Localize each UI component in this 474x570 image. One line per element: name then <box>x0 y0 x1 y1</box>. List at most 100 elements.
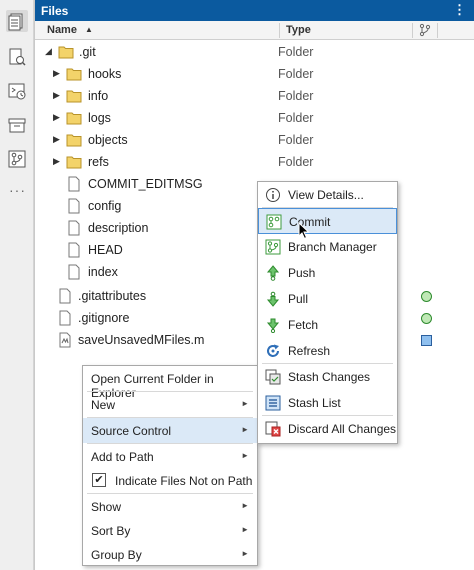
m-file-icon <box>59 332 71 348</box>
workspace-icon[interactable] <box>6 114 28 136</box>
menu-push[interactable]: Push <box>258 260 397 286</box>
file-type: Folder <box>278 133 314 147</box>
menu-open-current-folder[interactable]: Open Current Folder in Explorer <box>83 366 257 400</box>
menu-pull[interactable]: Pull <box>258 286 397 312</box>
source-control-submenu: View Details... Commit Branch Manager Pu… <box>257 181 398 444</box>
file-type: Folder <box>278 45 314 59</box>
discard-changes-icon <box>265 421 281 437</box>
context-menu: Open Current Folder in Explorer New ► Sou… <box>82 365 258 566</box>
menu-stash-list[interactable]: Stash List <box>258 390 397 416</box>
unversioned-status-icon <box>421 335 432 346</box>
tree-row-gitignore[interactable]: .gitignore <box>35 307 474 329</box>
file-name: saveUnsavedMFiles.m <box>78 333 205 347</box>
file-icon <box>68 242 80 258</box>
command-history-icon[interactable] <box>6 80 28 102</box>
unmodified-status-icon <box>421 313 432 324</box>
submenu-arrow-icon: ► <box>241 549 249 558</box>
tree-row-logs[interactable]: ▶ logs Folder <box>35 107 474 129</box>
folder-icon <box>66 68 82 81</box>
menu-commit[interactable]: Commit <box>258 208 397 234</box>
submenu-arrow-icon: ► <box>241 425 249 434</box>
file-icon <box>68 220 80 236</box>
panel-titlebar: Files ⋮ <box>35 0 474 21</box>
tree-row-hooks[interactable]: ▶ hooks Folder <box>35 63 474 85</box>
fetch-icon <box>266 318 280 333</box>
file-name: config <box>88 199 122 213</box>
menu-source-control[interactable]: Source Control ► <box>83 418 257 443</box>
file-icon <box>68 264 80 280</box>
tree-row-objects[interactable]: ▶ objects Folder <box>35 129 474 151</box>
find-files-icon[interactable] <box>6 46 28 68</box>
more-tools-icon[interactable]: ··· <box>9 182 26 198</box>
menu-view-details[interactable]: View Details... <box>258 182 397 208</box>
branch-manager-icon <box>265 239 281 255</box>
left-toolstrip: ··· <box>0 0 34 570</box>
submenu-arrow-icon: ► <box>241 501 249 510</box>
file-type: Folder <box>278 89 314 103</box>
expand-icon[interactable]: ▶ <box>53 112 60 123</box>
menu-group-by[interactable]: Group By ► <box>83 542 257 567</box>
submenu-arrow-icon: ► <box>241 399 249 408</box>
tree-row-index[interactable]: index <box>35 261 474 283</box>
push-icon <box>266 265 280 281</box>
panel-title: Files <box>41 3 69 18</box>
git-status-column-icon[interactable] <box>418 23 432 37</box>
tree-row-gitattributes[interactable]: .gitattributes <box>35 285 474 307</box>
files-panel-icon[interactable] <box>6 10 28 32</box>
tree-row-description[interactable]: description <box>35 217 474 239</box>
file-name: .git <box>79 45 96 59</box>
folder-icon <box>66 156 82 169</box>
checkbox-checked-icon[interactable]: ✔ <box>92 473 106 487</box>
stash-changes-icon <box>265 369 281 385</box>
file-name: description <box>88 221 149 235</box>
file-type: Folder <box>278 111 314 125</box>
menu-fetch[interactable]: Fetch <box>258 312 397 338</box>
file-icon <box>68 176 80 192</box>
column-header: Name ▲ Type <box>35 21 474 40</box>
expand-icon[interactable]: ▶ <box>53 90 60 101</box>
source-control-icon[interactable] <box>6 148 28 170</box>
sort-ascending-icon: ▲ <box>85 25 93 34</box>
refresh-icon <box>267 344 279 357</box>
type-column-header[interactable]: Type <box>286 24 311 36</box>
panel-menu-icon[interactable]: ⋮ <box>453 3 466 17</box>
mouse-cursor-icon <box>298 222 310 240</box>
file-name: index <box>88 265 118 279</box>
tree-row-refs[interactable]: ▶ refs Folder <box>35 151 474 173</box>
file-name: objects <box>88 133 128 147</box>
menu-stash-changes[interactable]: Stash Changes <box>258 364 397 390</box>
expand-icon[interactable]: ▶ <box>53 156 60 167</box>
name-column-header[interactable]: Name <box>47 24 77 36</box>
menu-discard-all-changes[interactable]: Discard All Changes <box>258 416 397 442</box>
expand-icon[interactable]: ▶ <box>53 68 60 79</box>
file-name: HEAD <box>88 243 123 257</box>
menu-indicate-files-not-on-path[interactable]: ✔ Indicate Files Not on Path <box>83 468 257 493</box>
menu-new[interactable]: New ► <box>83 392 257 417</box>
file-type: Folder <box>278 67 314 81</box>
menu-add-to-path[interactable]: Add to Path ► <box>83 444 257 469</box>
tree-row-config[interactable]: config <box>35 195 474 217</box>
folder-icon <box>66 90 82 103</box>
menu-refresh[interactable]: Refresh <box>258 338 397 364</box>
file-name: info <box>88 89 109 103</box>
menu-show[interactable]: Show ► <box>83 494 257 519</box>
file-type: Folder <box>278 155 314 169</box>
menu-sort-by[interactable]: Sort By ► <box>83 518 257 543</box>
file-name: hooks <box>88 67 122 81</box>
info-icon <box>266 188 280 202</box>
submenu-arrow-icon: ► <box>241 525 249 534</box>
file-icon <box>68 198 80 214</box>
expand-icon[interactable]: ▶ <box>53 134 60 145</box>
submenu-arrow-icon: ► <box>241 451 249 460</box>
collapse-icon[interactable]: ◢ <box>45 46 52 57</box>
tree-row-info[interactable]: ▶ info Folder <box>35 85 474 107</box>
tree-row-head[interactable]: HEAD <box>35 239 474 261</box>
file-name: .gitattributes <box>78 289 147 303</box>
tree-row-git[interactable]: ◢ .git Folder <box>35 41 474 63</box>
menu-branch-manager[interactable]: Branch Manager <box>258 234 397 260</box>
tree-row-saveunsavedmfiles[interactable]: saveUnsavedMFiles.m <box>35 329 474 351</box>
tree-row-commit-editmsg[interactable]: COMMIT_EDITMSG <box>35 173 474 195</box>
file-name: refs <box>88 155 109 169</box>
pull-icon <box>266 291 280 307</box>
unmodified-status-icon <box>421 291 432 302</box>
